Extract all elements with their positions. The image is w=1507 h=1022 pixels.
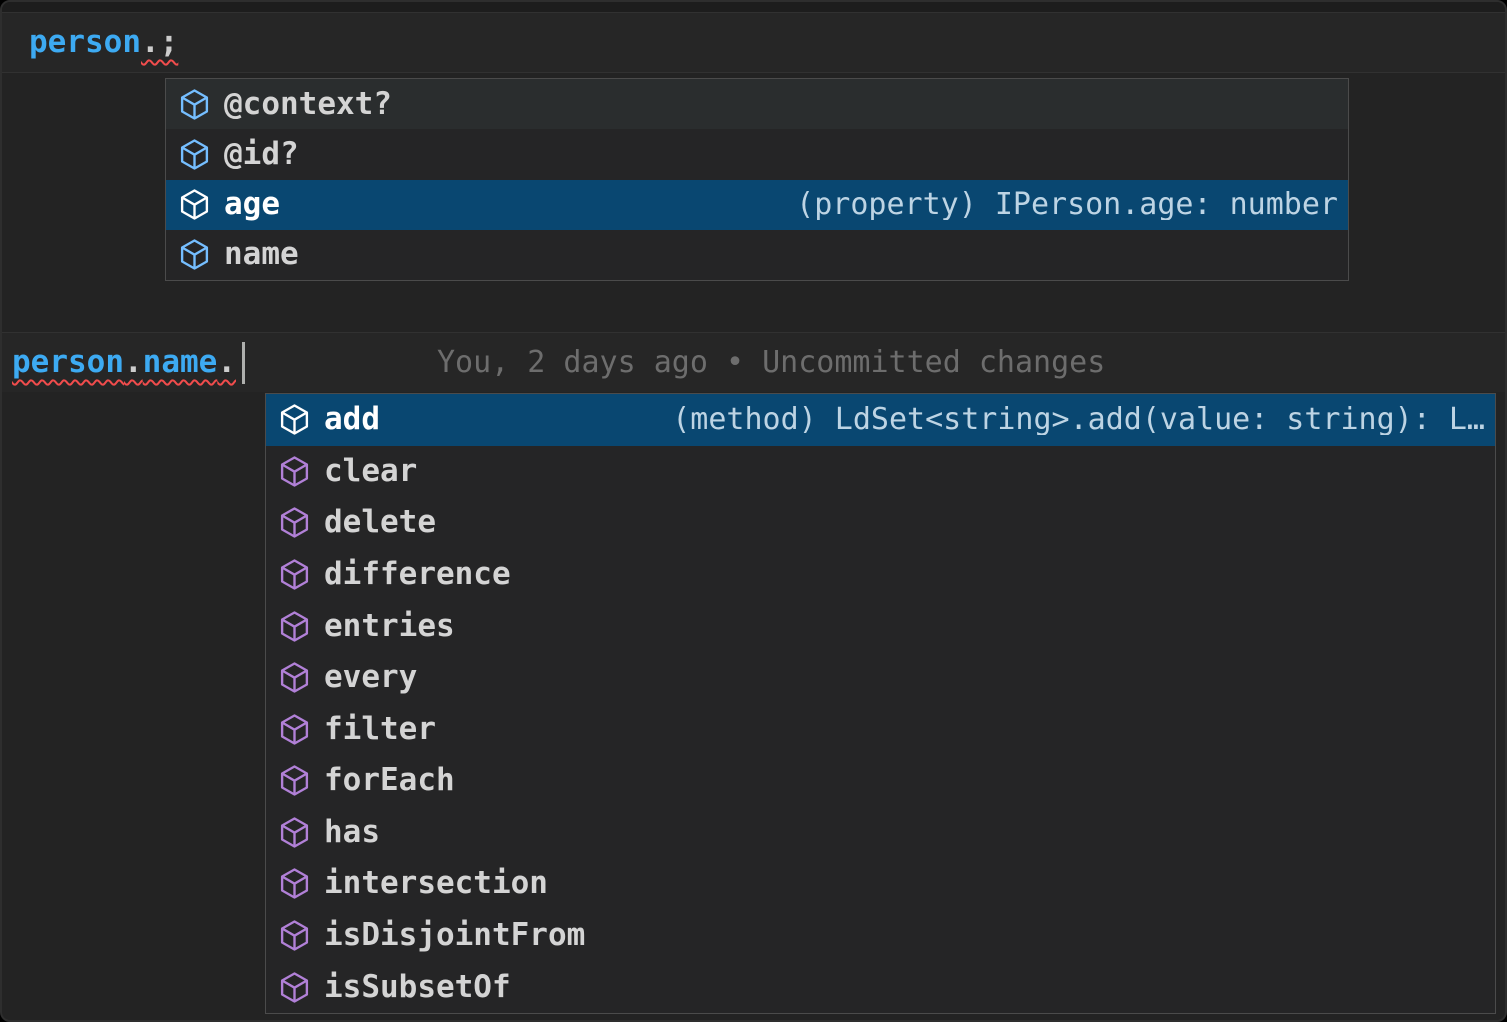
suggest-item-label: forEach: [324, 765, 455, 796]
suggest-item-label: intersection: [324, 868, 548, 899]
symbol-method-icon: [278, 506, 311, 539]
suggest-item-filter[interactable]: filter: [266, 703, 1495, 755]
suggest-item-name[interactable]: name: [166, 230, 1348, 280]
suggest-item-label: entries: [324, 611, 455, 642]
suggest-item-label: filter: [324, 714, 436, 745]
suggest-item-every[interactable]: every: [266, 652, 1495, 704]
symbol-method-icon: [278, 403, 311, 436]
suggest-item-label: @id?: [224, 139, 299, 170]
symbol-field-icon: [178, 188, 211, 221]
symbol-method-icon: [278, 764, 311, 797]
code-token-name: name: [143, 344, 218, 380]
symbol-method-icon: [278, 919, 311, 952]
git-blame-annotation: You, 2 days ago • Uncommitted changes: [437, 333, 1105, 392]
suggest-item-label: clear: [324, 456, 417, 487]
suggest-item-label: difference: [324, 559, 511, 590]
symbol-method-icon: [278, 661, 311, 694]
code-token-person: person: [12, 344, 124, 380]
suggest-item-label: name: [224, 239, 299, 270]
suggest-item-label: has: [324, 817, 380, 848]
suggest-item-label: add: [324, 404, 380, 435]
symbol-method-icon: [278, 867, 311, 900]
suggest-item-detail: (method) LdSet<string>.add(value: string…: [642, 405, 1485, 435]
suggest-item-label: @context?: [224, 89, 392, 120]
code-token-error-punctuation: .;: [141, 24, 178, 60]
suggest-item-label: every: [324, 662, 417, 693]
symbol-field-icon: [178, 88, 211, 121]
code-token-dot: .: [217, 344, 236, 380]
code-line-2[interactable]: person.name. You, 2 days ago • Uncommitt…: [2, 332, 1505, 392]
suggest-item-has[interactable]: has: [266, 807, 1495, 859]
symbol-method-icon: [278, 610, 311, 643]
symbol-method-icon: [278, 816, 311, 849]
code-editor: person.; @context? @id? age (property) I…: [0, 0, 1507, 1022]
suggest-widget-name-set: add (method) LdSet<string>.add(value: st…: [265, 393, 1496, 1014]
suggest-item-detail: (property) IPerson.age: number: [766, 190, 1338, 220]
suggest-item-entries[interactable]: entries: [266, 600, 1495, 652]
suggest-item-isdisjointfrom[interactable]: isDisjointFrom: [266, 910, 1495, 962]
symbol-method-icon: [278, 713, 311, 746]
suggest-item-issubsetof[interactable]: isSubsetOf: [266, 961, 1495, 1013]
symbol-field-icon: [178, 238, 211, 271]
code-text-line-2: person.name.: [12, 347, 236, 378]
suggest-item-difference[interactable]: difference: [266, 549, 1495, 601]
editor-top-strip: [2, 2, 1505, 12]
symbol-field-icon: [178, 138, 211, 171]
suggest-item-id[interactable]: @id?: [166, 129, 1348, 179]
suggest-item-label: isDisjointFrom: [324, 920, 585, 951]
suggest-item-foreach[interactable]: forEach: [266, 755, 1495, 807]
text-cursor: [242, 342, 245, 384]
code-token-person: person: [29, 24, 141, 60]
suggest-item-label: age: [224, 189, 280, 220]
suggest-item-age-selected[interactable]: age (property) IPerson.age: number: [166, 180, 1348, 230]
code-text-line-1: person.;: [29, 27, 178, 58]
suggest-item-add-selected[interactable]: add (method) LdSet<string>.add(value: st…: [266, 394, 1495, 446]
code-line-1[interactable]: person.;: [2, 12, 1505, 73]
suggest-item-clear[interactable]: clear: [266, 446, 1495, 498]
code-token-dot: .: [124, 344, 143, 380]
suggest-item-label: isSubsetOf: [324, 972, 511, 1003]
symbol-method-icon: [278, 971, 311, 1004]
suggest-item-context[interactable]: @context?: [166, 79, 1348, 129]
suggest-widget-person: @context? @id? age (property) IPerson.ag…: [165, 78, 1349, 281]
symbol-method-icon: [278, 558, 311, 591]
suggest-item-intersection[interactable]: intersection: [266, 858, 1495, 910]
symbol-method-icon: [278, 455, 311, 488]
suggest-item-label: delete: [324, 507, 436, 538]
suggest-item-delete[interactable]: delete: [266, 497, 1495, 549]
